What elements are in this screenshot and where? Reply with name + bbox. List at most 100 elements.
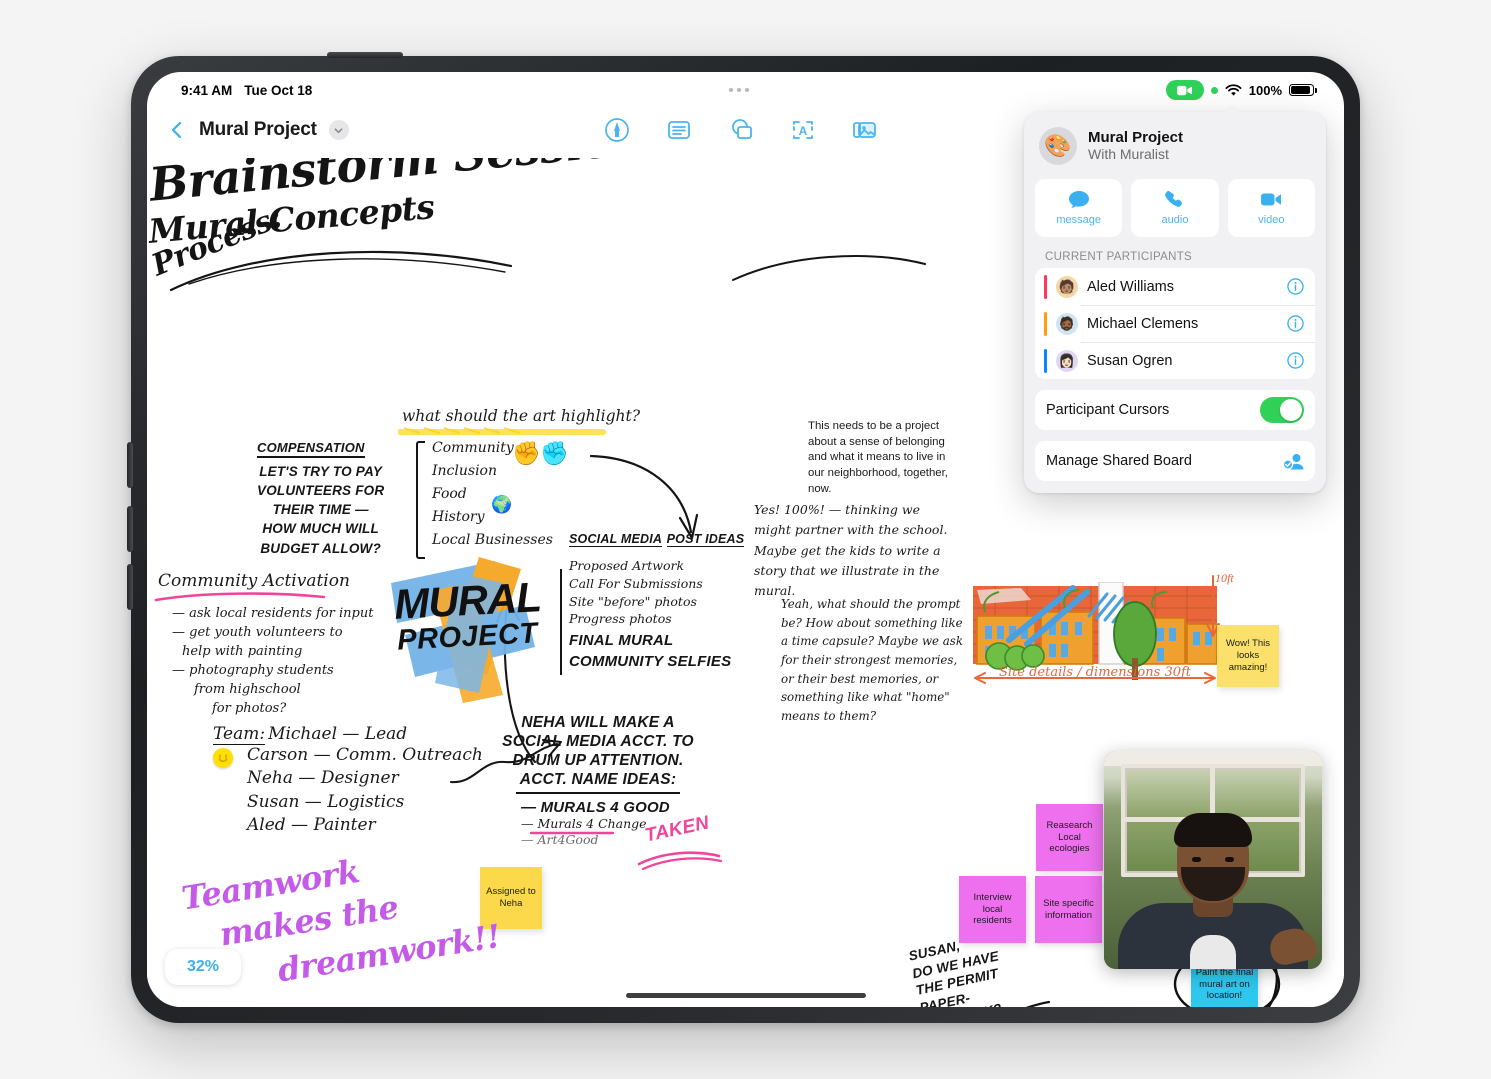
- popover-title: Mural Project: [1088, 128, 1184, 146]
- side-button[interactable]: [127, 564, 133, 610]
- sticky-note-site-specific[interactable]: Site specific information: [1035, 876, 1102, 943]
- art-highlight-group: what should the art highlight? Community…: [398, 407, 641, 559]
- info-icon[interactable]: [1287, 352, 1304, 369]
- art-highlight-question: what should the art highlight?: [402, 407, 641, 425]
- site-dimension-label: Site details / dimensions 30ft: [999, 665, 1192, 680]
- participants-section-label: CURRENT PARTICIPANTS: [1045, 251, 1192, 263]
- battery-percent: 100%: [1248, 82, 1283, 98]
- taken-annotation: TAKEN: [637, 812, 723, 870]
- volume-down-button[interactable]: [127, 506, 133, 552]
- compensation-line-3: HOW MUCH WILL: [262, 521, 379, 537]
- raised-fist-icon-blue: ✊: [540, 440, 569, 466]
- participant-name: Michael Clemens: [1087, 315, 1199, 332]
- ipad-screen: 9:41 AM Tue Oct 18 100% Mural Project A …: [147, 72, 1344, 1007]
- audio-action-button[interactable]: audio: [1131, 179, 1219, 237]
- status-bar: 9:41 AM Tue Oct 18 100%: [147, 72, 1344, 102]
- screenshot-stage: 9:41 AM Tue Oct 18 100% Mural Project A …: [0, 0, 1491, 1079]
- social-item-1: Call For Submissions: [569, 575, 703, 591]
- note-prompt-time-capsule: Yeah, what should the prompt be? How abo…: [781, 597, 964, 723]
- back-icon[interactable]: [167, 120, 187, 140]
- manage-shared-board-row[interactable]: Manage Shared Board: [1035, 441, 1315, 481]
- video-action-button[interactable]: video: [1227, 179, 1315, 237]
- team-title: Team:: [213, 724, 266, 745]
- bracket-left: [416, 441, 425, 559]
- tool-group: A: [349, 117, 1134, 143]
- neha-line-3: ACCT. NAME IDEAS:: [515, 771, 681, 794]
- globe-icon: 🌍: [491, 495, 513, 514]
- cursor-color-bar: [1044, 274, 1047, 299]
- multitasking-handle[interactable]: [729, 88, 750, 92]
- sticky-note-research-ecologies[interactable]: Reasearch Local ecologies: [1036, 804, 1103, 871]
- leader-line: [1025, 1000, 1051, 1007]
- video-head: [1174, 813, 1252, 903]
- status-time: 9:41 AM: [181, 82, 233, 98]
- battery-icon: [1289, 84, 1317, 96]
- popover-subtitle: With Muralist: [1088, 146, 1169, 163]
- sticky-note-icon[interactable]: [666, 117, 692, 143]
- video-hair: [1174, 813, 1252, 847]
- info-icon[interactable]: [1287, 278, 1304, 295]
- volume-up-button[interactable]: [127, 442, 133, 488]
- participant-name: Aled Williams: [1087, 278, 1175, 295]
- video-participant-tile[interactable]: [1104, 751, 1322, 969]
- media-icon[interactable]: [852, 117, 878, 143]
- participant-cursors-label: Participant Cursors: [1046, 402, 1170, 418]
- pink-underline: [154, 592, 326, 602]
- participant-cursors-row[interactable]: Participant Cursors: [1035, 390, 1315, 430]
- sticky-text: Wow! This looks amazing!: [1226, 638, 1270, 673]
- social-bracket: [560, 569, 568, 675]
- compensation-note: COMPENSATION LET'S TRY TO PAY VOLUNTEERS…: [257, 439, 384, 558]
- cursor-color-bar: [1044, 348, 1047, 373]
- social-item-3: Progress photos: [569, 611, 672, 627]
- compensation-title: COMPENSATION: [257, 440, 365, 458]
- video-shirt: [1190, 935, 1236, 969]
- social-item-2: Site "before" photos: [569, 593, 697, 609]
- neha-idea-0: — MURALS 4 GOOD: [521, 798, 670, 816]
- avatar: 👩🏻: [1056, 349, 1078, 372]
- compensation-line-1: VOLUNTEERS FOR: [257, 483, 385, 499]
- neha-line-0: NEHA WILL MAKE A: [521, 714, 675, 731]
- status-date: Tue Oct 18: [244, 82, 313, 98]
- phone-icon: [1165, 191, 1183, 207]
- participant-row-aled-williams[interactable]: 🧑🏽 Aled Williams: [1035, 268, 1315, 305]
- ca-item-1: — get youth volunteers to: [172, 624, 343, 640]
- taken-underline: [637, 851, 723, 870]
- participant-row-susan-ogren[interactable]: 👩🏻 Susan Ogren: [1035, 342, 1315, 379]
- camera-active-indicator: [1165, 80, 1204, 100]
- social-item-4: FINAL MURAL: [569, 632, 674, 649]
- popover-arrow: [1222, 103, 1242, 113]
- sticky-text: Reasearch Local ecologies: [1046, 819, 1093, 855]
- shapes-icon[interactable]: [728, 117, 754, 143]
- community-activation-note: Community Activation — ask local residen…: [154, 571, 374, 719]
- ipad-device: 9:41 AM Tue Oct 18 100% Mural Project A …: [127, 52, 1360, 1023]
- mural-concepts-swoosh: [732, 255, 926, 281]
- sticky-text: Interview local residents: [973, 891, 1012, 927]
- text-box-icon[interactable]: A: [790, 117, 816, 143]
- collaboration-popover: 🎨 Mural Project With Muralist message au…: [1024, 112, 1326, 493]
- participant-row-michael-clemens[interactable]: 🧔🏾 Michael Clemens: [1035, 305, 1315, 342]
- zoom-level-indicator[interactable]: 32%: [165, 949, 242, 985]
- video-camera-icon: [1261, 193, 1282, 206]
- yellow-smiley-icon[interactable]: [213, 748, 233, 768]
- home-indicator[interactable]: [625, 993, 866, 998]
- mural-project-logo: MURAL PROJECT: [375, 543, 555, 703]
- site-sketch: Site details / dimensions 30ft 10ft: [969, 571, 1234, 712]
- ca-item-3: — photography students: [172, 662, 334, 678]
- title-chevron-down-icon[interactable]: [328, 120, 349, 140]
- pen-tools-icon[interactable]: [604, 117, 630, 143]
- neha-line-2: DRUM UP ATTENTION.: [512, 751, 684, 769]
- info-icon[interactable]: [1287, 315, 1304, 332]
- ca-item-4: from highschool: [194, 681, 301, 697]
- video-beard: [1181, 867, 1245, 901]
- audio-action-label: audio: [1161, 214, 1189, 226]
- manage-participants-icon: [1283, 453, 1304, 470]
- ca-item-2: help with painting: [182, 643, 303, 659]
- avatar: 🧑🏽: [1056, 275, 1078, 298]
- participant-cursors-toggle[interactable]: [1260, 397, 1304, 423]
- sticky-note-wow[interactable]: Wow! This looks amazing!: [1217, 625, 1279, 687]
- raised-fist-icon-orange: ✊: [512, 440, 541, 466]
- svg-text:10ft: 10ft: [1215, 571, 1234, 585]
- social-title-line1: SOCIAL MEDIA: [569, 532, 663, 547]
- message-action-button[interactable]: message: [1035, 179, 1123, 237]
- ca-item-0: — ask local residents for input: [172, 606, 374, 621]
